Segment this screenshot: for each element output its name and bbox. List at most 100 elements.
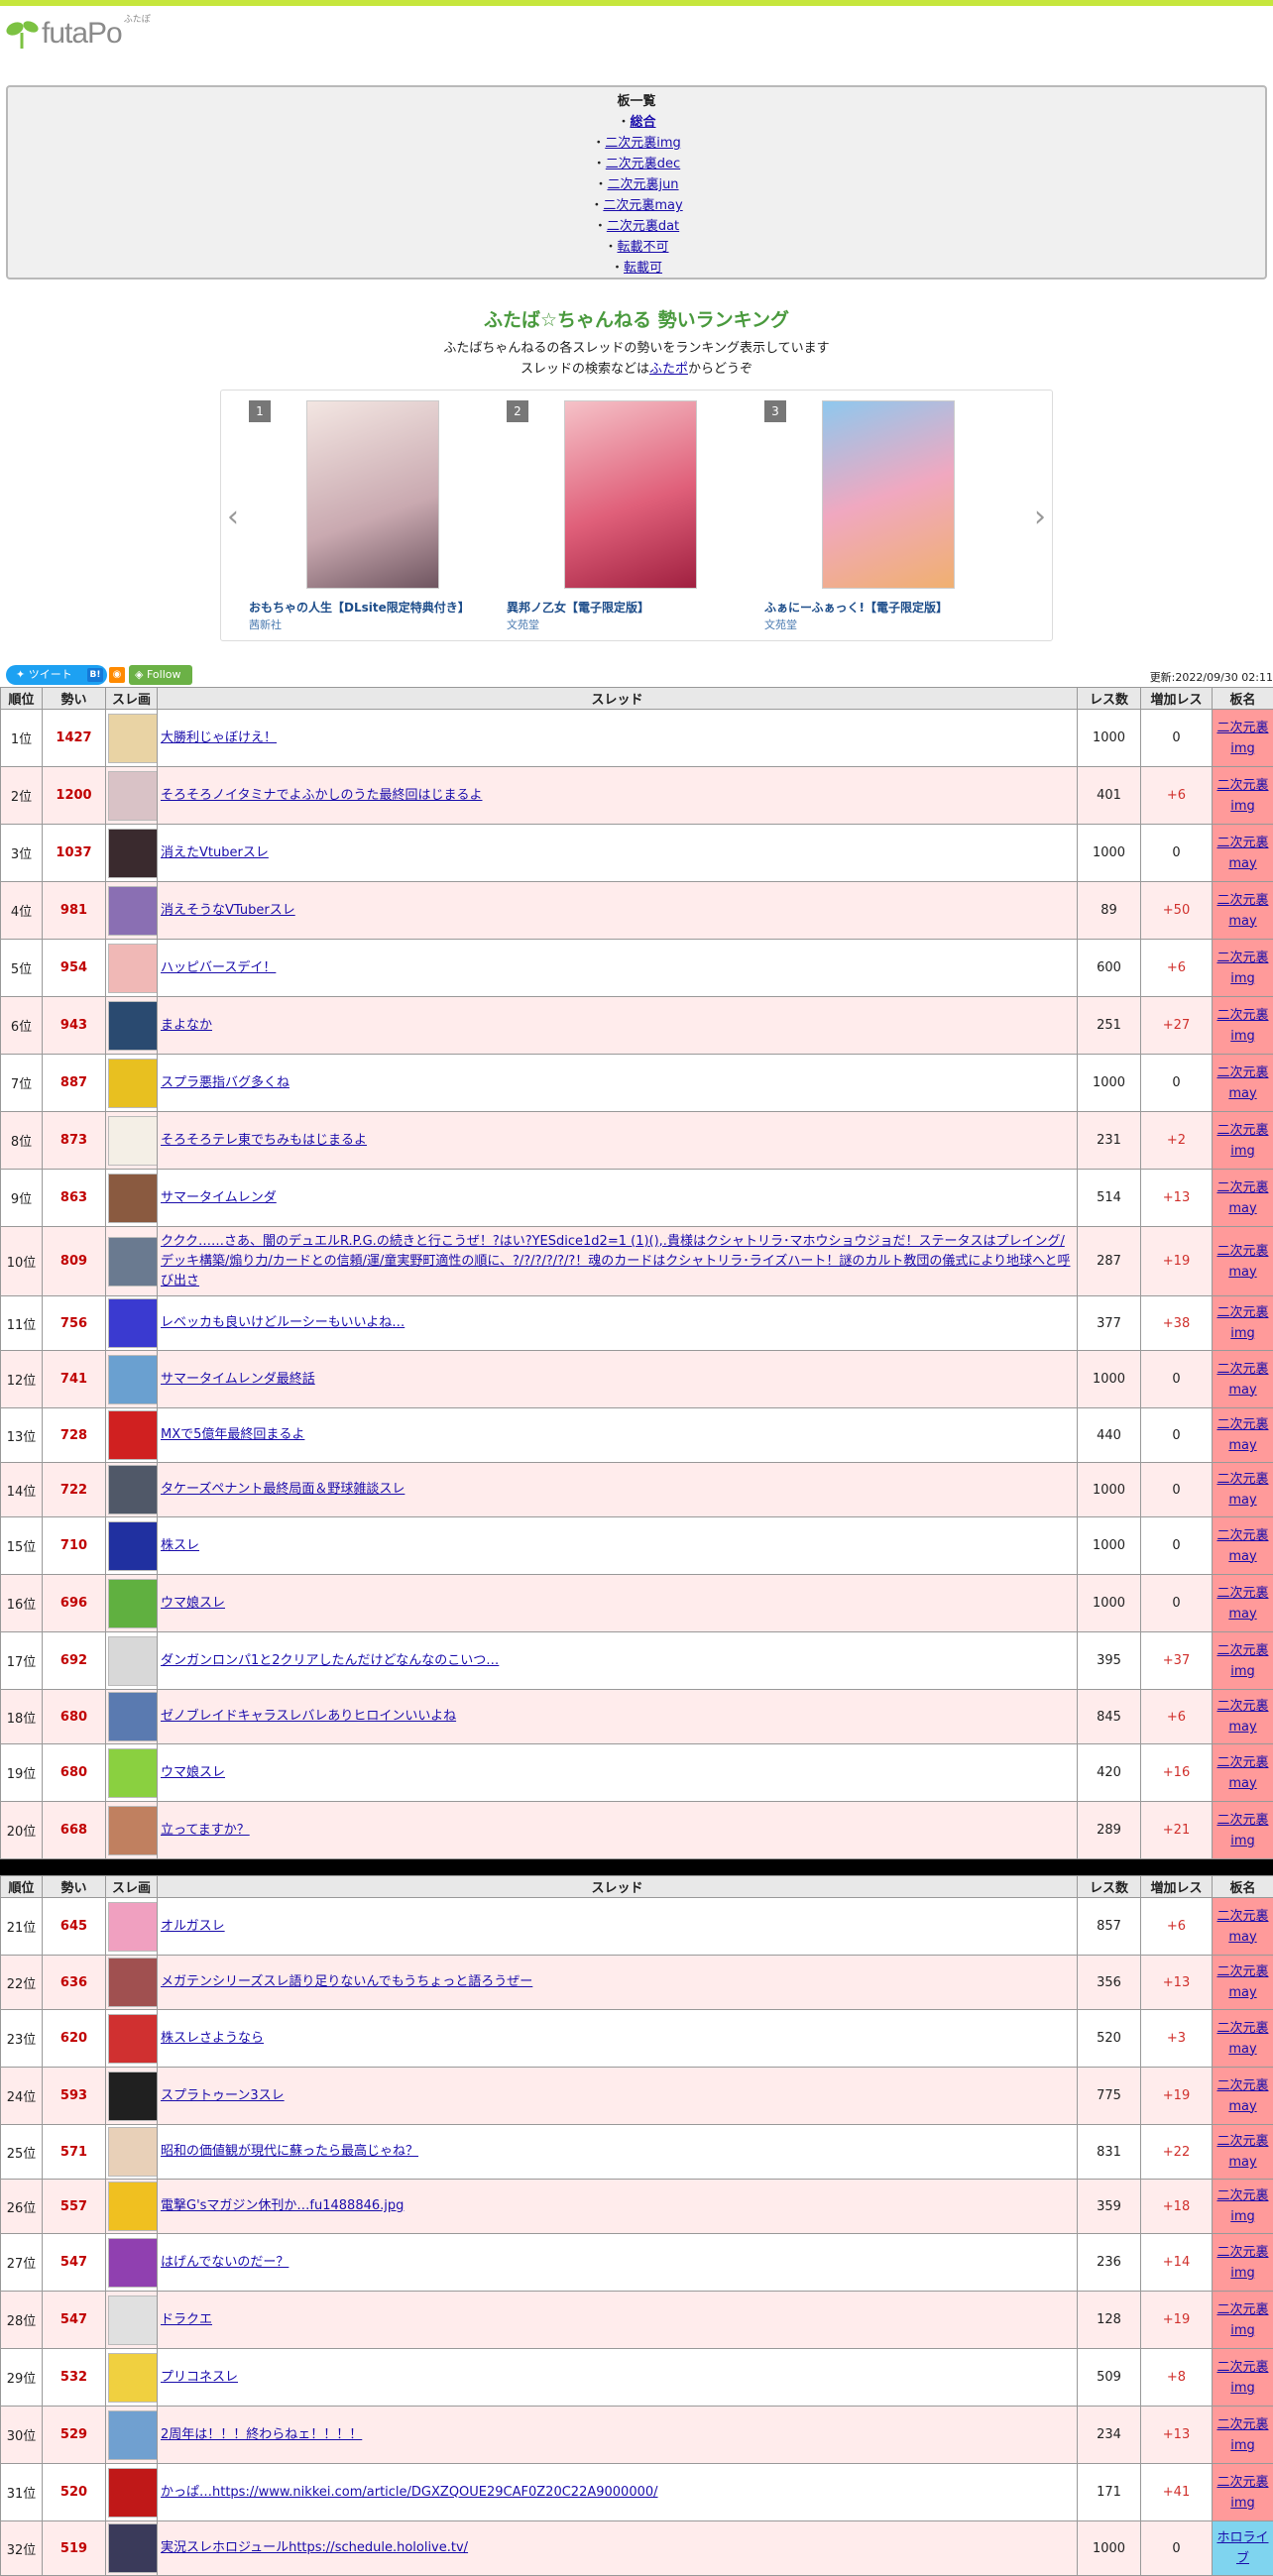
thread-link[interactable]: 実況スレホロジュールhttps://schedule.hololive.tv/ xyxy=(161,2540,468,2555)
thread-link[interactable]: オルガスレ xyxy=(161,1919,225,1934)
thread-link[interactable]: ハッピバースデイ！ xyxy=(161,960,276,975)
board-name-link[interactable]: 二次元裏img xyxy=(1216,2188,1268,2224)
thread-thumbnail[interactable] xyxy=(108,1636,158,1686)
thread-link[interactable]: サマータイムレンダ最終話 xyxy=(161,1372,315,1387)
ad-publisher[interactable]: 文苑堂 xyxy=(764,616,797,632)
thread-thumbnail[interactable] xyxy=(108,1692,158,1741)
board-link[interactable]: 転載不可 xyxy=(618,240,669,255)
board-link[interactable]: 二次元裏img xyxy=(605,136,681,151)
board-name-link[interactable]: 二次元裏img xyxy=(1216,951,1268,986)
board-item[interactable]: ・二次元裏may xyxy=(8,195,1265,216)
thread-link[interactable]: ゼノブレイドキャラスレバレありヒロインいいよね xyxy=(161,1709,456,1724)
thread-thumbnail[interactable] xyxy=(108,2523,158,2573)
thread-link[interactable]: ウマ娘スレ xyxy=(161,1765,225,1780)
thread-link[interactable]: 2周年は！！！終わらねェ！！！！ xyxy=(161,2427,362,2442)
board-link[interactable]: 二次元裏dat xyxy=(607,219,679,234)
board-name-link[interactable]: 二次元裏img xyxy=(1216,778,1268,814)
thread-link[interactable]: 大勝利じゃぼけえ！ xyxy=(161,730,277,745)
thread-thumbnail[interactable] xyxy=(108,1465,158,1514)
thread-thumbnail[interactable] xyxy=(108,771,158,821)
thread-link[interactable]: 電撃G'sマガジン休刊か…fu1488846.jpg xyxy=(161,2198,404,2213)
thread-thumbnail[interactable] xyxy=(108,2238,158,2288)
board-name-link[interactable]: 二次元裏may xyxy=(1216,1472,1268,1508)
board-name-link[interactable]: 二次元裏may xyxy=(1216,1065,1268,1101)
thread-thumbnail[interactable] xyxy=(108,2296,158,2345)
board-name-link[interactable]: 二次元裏may xyxy=(1216,1244,1268,1280)
board-name-link[interactable]: 二次元裏may xyxy=(1216,1180,1268,1216)
thread-thumbnail[interactable] xyxy=(108,2127,158,2177)
thread-thumbnail[interactable] xyxy=(108,1806,158,1855)
thread-link[interactable]: まよなか xyxy=(161,1018,212,1033)
chevron-left-icon[interactable]: ‹ xyxy=(227,500,239,534)
thread-thumbnail[interactable] xyxy=(108,2468,158,2518)
board-name-link[interactable]: 二次元裏may xyxy=(1216,1964,1268,2000)
board-name-link[interactable]: 二次元裏img xyxy=(1216,2245,1268,2281)
thread-link[interactable]: 昭和の価値観が現代に蘇ったら最高じゃね？ xyxy=(161,2144,418,2159)
board-name-link[interactable]: 二次元裏img xyxy=(1216,2475,1268,2511)
board-name-link[interactable]: 二次元裏img xyxy=(1216,1813,1268,1848)
ad-title[interactable]: おもちゃの人生【DLsite限定特典付き】 xyxy=(249,599,507,616)
thread-thumbnail[interactable] xyxy=(108,1902,158,1952)
thread-link[interactable]: ドラクエ xyxy=(161,2312,212,2327)
ad-cover-image[interactable] xyxy=(822,400,955,589)
board-item[interactable]: ・二次元裏jun xyxy=(8,174,1265,195)
thread-thumbnail[interactable] xyxy=(108,944,158,993)
thread-link[interactable]: はげんでないのだー？ xyxy=(161,2255,289,2270)
board-name-link[interactable]: 二次元裏img xyxy=(1216,1643,1268,1679)
thread-thumbnail[interactable] xyxy=(108,1001,158,1051)
thread-thumbnail[interactable] xyxy=(108,714,158,763)
thread-link[interactable]: そろそろテレ東でちみもはじまるよ xyxy=(161,1133,367,1148)
thread-thumbnail[interactable] xyxy=(108,1748,158,1798)
ad-cover-image[interactable] xyxy=(306,400,439,589)
follow-button[interactable]: ◈ Follow xyxy=(129,665,192,685)
board-item[interactable]: ・二次元裏dat xyxy=(8,216,1265,237)
thread-link[interactable]: プリコネスレ xyxy=(161,2370,238,2385)
board-name-link[interactable]: 二次元裏may xyxy=(1216,893,1268,929)
board-name-link[interactable]: 二次元裏may xyxy=(1216,1528,1268,1564)
thread-thumbnail[interactable] xyxy=(108,1521,158,1571)
thread-link[interactable]: 消えたVtuberスレ xyxy=(161,845,269,860)
rss-icon[interactable]: ◉ xyxy=(109,667,125,683)
thread-link[interactable]: スプラトゥーン3スレ xyxy=(161,2088,285,2103)
thread-link[interactable]: メガテンシリーズスレ語り足りないんでもうちょっと語ろうぜー xyxy=(161,1974,532,1989)
board-name-link[interactable]: 二次元裏img xyxy=(1216,1008,1268,1044)
ad-cover-image[interactable] xyxy=(564,400,697,589)
board-item[interactable]: ・転載不可 xyxy=(8,237,1265,258)
ad-title[interactable]: 異邦ノ乙女【電子限定版】 xyxy=(507,599,764,616)
thread-thumbnail[interactable] xyxy=(108,1237,158,1287)
thread-thumbnail[interactable] xyxy=(108,1410,158,1460)
board-link-current[interactable]: 総合 xyxy=(631,115,656,130)
board-name-link[interactable]: 二次元裏may xyxy=(1216,1586,1268,1622)
board-name-link[interactable]: 二次元裏img xyxy=(1216,1123,1268,1159)
hatena-bookmark-button[interactable]: B! xyxy=(87,668,103,682)
thread-link[interactable]: 立ってますか？ xyxy=(161,1823,250,1838)
board-link[interactable]: 転載可 xyxy=(624,261,662,276)
thread-link[interactable]: 株スレ xyxy=(161,1538,199,1553)
thread-link[interactable]: タケーズペナント最終局面＆野球雑談スレ xyxy=(161,1482,405,1497)
board-item-current[interactable]: ・総合 xyxy=(8,112,1265,133)
board-link[interactable]: 二次元裏may xyxy=(603,198,682,213)
chevron-right-icon[interactable]: › xyxy=(1034,500,1046,534)
board-name-link[interactable]: 二次元裏may xyxy=(1216,2134,1268,2170)
thread-link[interactable]: サマータイムレンダ xyxy=(161,1190,277,1205)
board-item[interactable]: ・二次元裏dec xyxy=(8,154,1265,174)
thread-link[interactable]: ウマ娘スレ xyxy=(161,1596,225,1611)
board-name-link[interactable]: ホロライブ xyxy=(1216,2530,1268,2566)
site-logo[interactable]: futaPo ふたぽ xyxy=(0,6,1273,61)
board-name-link[interactable]: 二次元裏img xyxy=(1216,1305,1268,1341)
thread-thumbnail[interactable] xyxy=(108,1355,158,1404)
board-name-link[interactable]: 二次元裏may xyxy=(1216,1417,1268,1453)
thread-thumbnail[interactable] xyxy=(108,2072,158,2121)
board-name-link[interactable]: 二次元裏may xyxy=(1216,1909,1268,1945)
thread-link[interactable]: そろそろノイタミナでよふかしのうた最終回はじまるよ xyxy=(161,788,482,803)
ad-publisher[interactable]: 茜新社 xyxy=(249,616,282,632)
thread-thumbnail[interactable] xyxy=(108,1116,158,1166)
thread-thumbnail[interactable] xyxy=(108,2182,158,2231)
board-item[interactable]: ・転載可 xyxy=(8,258,1265,279)
futapo-link[interactable]: ふたポ xyxy=(649,362,688,377)
thread-thumbnail[interactable] xyxy=(108,886,158,936)
thread-link[interactable]: ククク……さあ、闇のデュエルR.P.G.の続きと行こうぜ！?はい?YESdice… xyxy=(161,1234,1071,1288)
thread-thumbnail[interactable] xyxy=(108,1579,158,1628)
board-name-link[interactable]: 二次元裏may xyxy=(1216,2021,1268,2057)
board-name-link[interactable]: 二次元裏may xyxy=(1216,1755,1268,1791)
